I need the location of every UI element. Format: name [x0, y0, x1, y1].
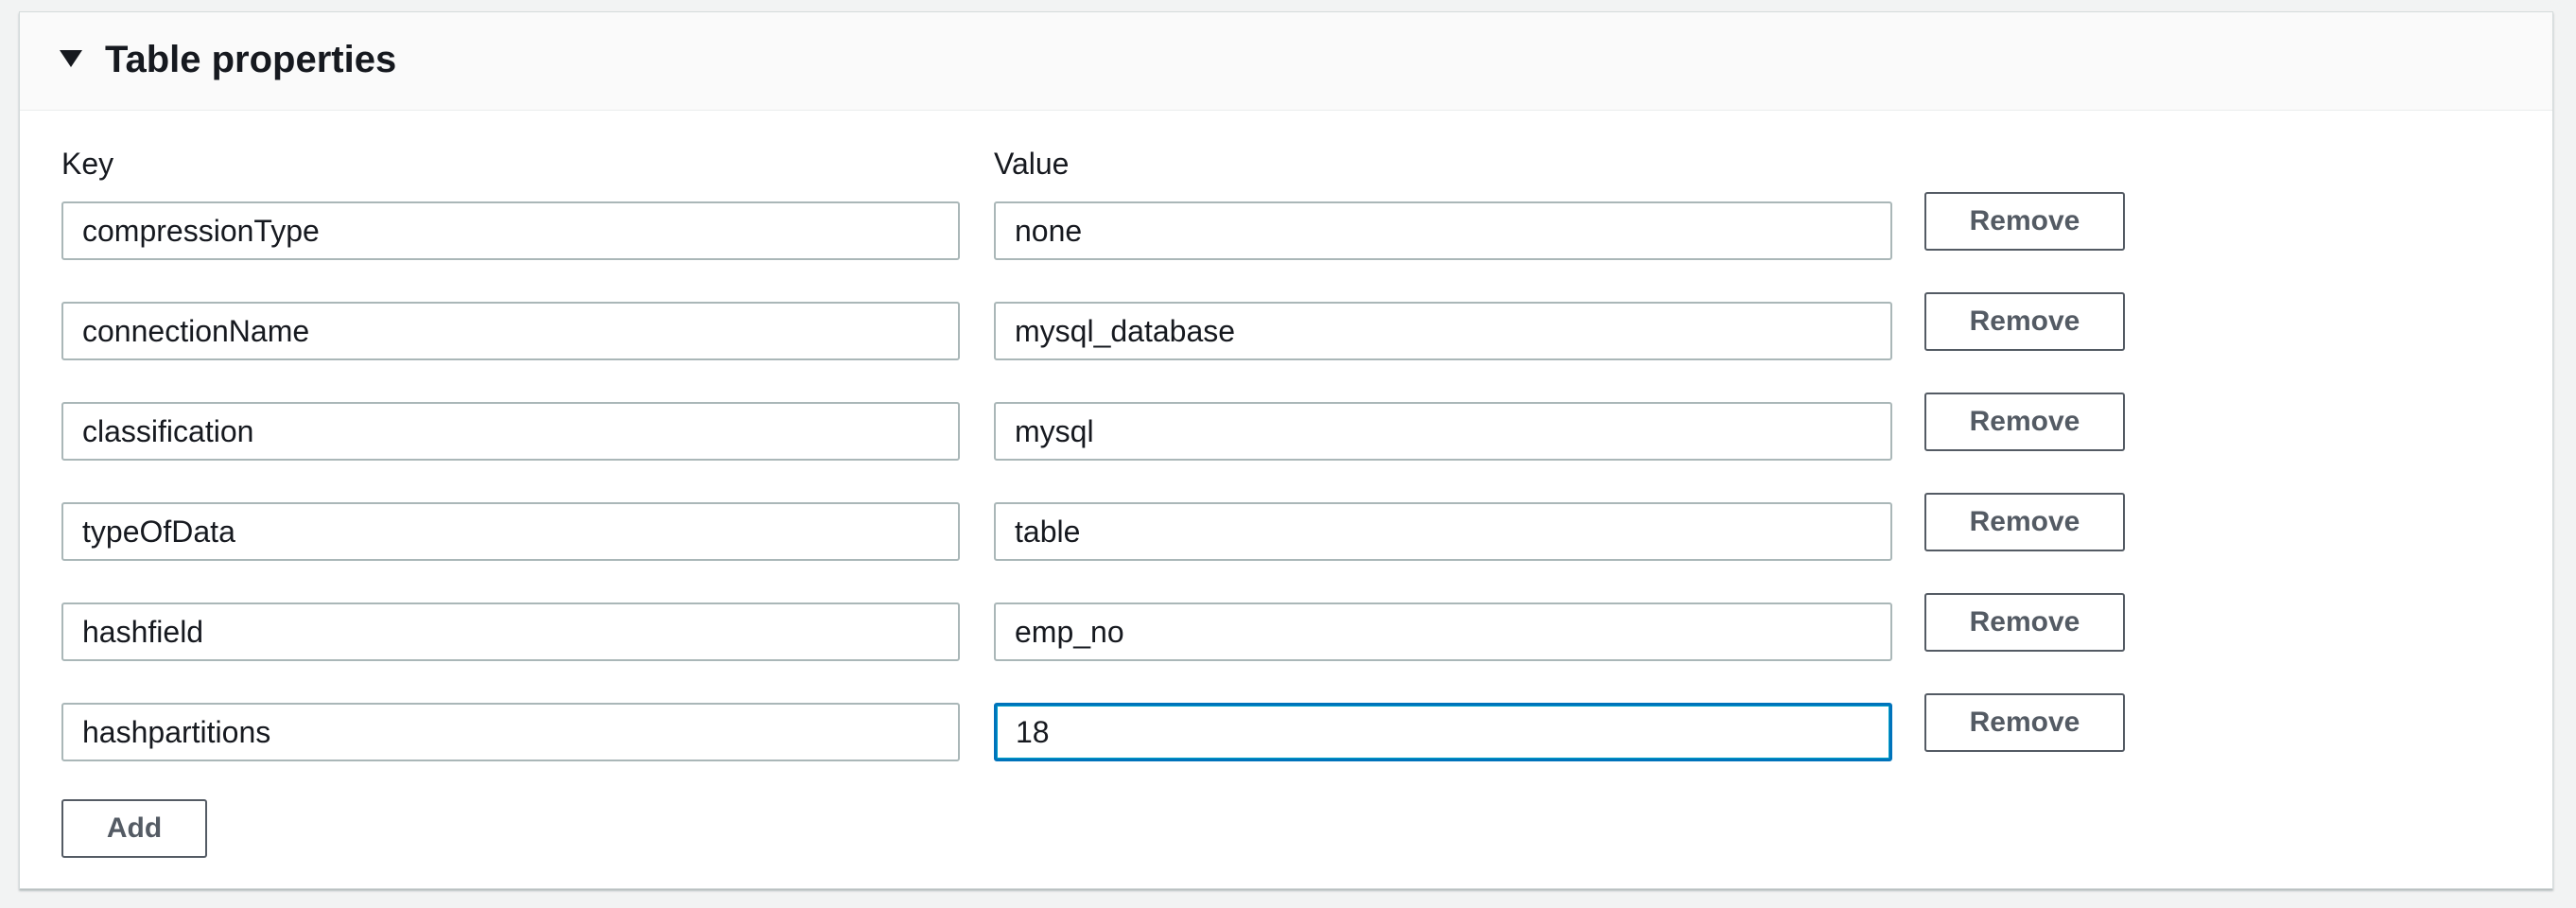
property-row: Remove [20, 493, 2552, 561]
remove-button[interactable]: Remove [1924, 593, 2125, 652]
panel-title[interactable]: Table properties [105, 33, 396, 86]
remove-button[interactable]: Remove [1924, 493, 2125, 551]
value-input[interactable] [994, 502, 1892, 561]
key-input[interactable] [61, 302, 960, 360]
key-input[interactable] [61, 602, 960, 661]
value-input[interactable] [994, 602, 1892, 661]
panel-header[interactable]: Table properties [20, 12, 2552, 111]
remove-button[interactable]: Remove [1924, 693, 2125, 752]
table-properties-panel: Table properties Key Value Remove Remove… [19, 11, 2553, 889]
key-input[interactable] [61, 201, 960, 260]
value-input[interactable] [994, 402, 1892, 461]
value-column-label: Value [994, 147, 1070, 181]
remove-button[interactable]: Remove [1924, 192, 2125, 251]
property-row: Remove [20, 192, 2552, 260]
property-row: Remove [20, 393, 2552, 461]
property-row: Remove [20, 593, 2552, 661]
add-button[interactable]: Add [61, 799, 207, 858]
property-row: Remove [20, 693, 2552, 761]
remove-button[interactable]: Remove [1924, 292, 2125, 351]
property-row: Remove [20, 292, 2552, 360]
key-input[interactable] [61, 703, 960, 761]
remove-button[interactable]: Remove [1924, 393, 2125, 451]
key-input[interactable] [61, 402, 960, 461]
caret-down-icon[interactable] [60, 50, 82, 67]
value-input[interactable] [994, 703, 1892, 761]
value-input[interactable] [994, 302, 1892, 360]
key-column-label: Key [61, 147, 114, 181]
key-input[interactable] [61, 502, 960, 561]
value-input[interactable] [994, 201, 1892, 260]
